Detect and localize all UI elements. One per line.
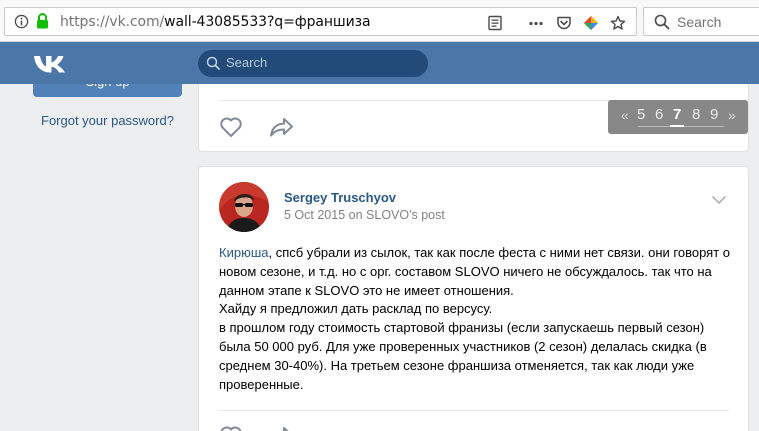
pagination-prev[interactable]: « [621, 107, 629, 123]
browser-search-field[interactable]: Search [643, 7, 759, 36]
url-path: wall-43085533?q=франшиза [164, 14, 371, 30]
vk-search-placeholder: Search [226, 55, 268, 70]
avatar[interactable] [219, 182, 269, 232]
like-icon[interactable] [219, 116, 243, 138]
post-paragraph-1: Кирюша, спсб убрали из сылок, так как по… [219, 244, 734, 300]
more-icon[interactable] [528, 15, 544, 31]
pagination: « 5 6 7 8 9 » [608, 100, 748, 134]
extension-icon[interactable] [583, 15, 599, 31]
reader-icon[interactable] [487, 15, 503, 31]
vk-search-input[interactable]: Search [198, 50, 428, 77]
share-icon[interactable] [269, 116, 295, 138]
post-date-on: on [348, 208, 363, 222]
search-icon [206, 56, 220, 70]
vk-logo[interactable] [33, 54, 67, 74]
post-date-link[interactable]: 5 Oct 2015 [284, 208, 345, 222]
post-card: Sergey Truschyov 5 Oct 2015 on SLOVO's p… [198, 166, 749, 431]
avatar-image [219, 182, 269, 232]
post-line-1: , спсб убрали из сылок, так как после фе… [219, 245, 731, 298]
post-date: 5 Oct 2015 on SLOVO's post [284, 208, 445, 222]
share-icon[interactable] [269, 425, 295, 431]
pocket-icon[interactable] [556, 15, 572, 31]
vk-header: Search [0, 42, 759, 84]
url-field[interactable]: https://vk.com/wall-43085533?q=франшиза [4, 7, 637, 36]
pagination-page-current[interactable]: 7 [669, 106, 685, 127]
url-domain: https://vk.com/ [60, 14, 165, 30]
star-icon[interactable] [610, 15, 626, 31]
post-text: Кирюша, спсб убрали из сылок, так как по… [219, 244, 734, 394]
pagination-page[interactable]: 8 [692, 106, 700, 123]
post-context-link[interactable]: SLOVO's post [366, 208, 445, 222]
author-name[interactable]: Sergey Truschyov [284, 190, 396, 205]
mention-link[interactable]: Кирюша [219, 245, 268, 260]
pagination-page[interactable]: 9 [710, 106, 718, 123]
pagination-page[interactable]: 5 [637, 106, 645, 123]
pagination-page[interactable]: 6 [655, 106, 663, 123]
url-text: https://vk.com/wall-43085533?q=франшиза [60, 14, 371, 30]
info-icon[interactable] [14, 14, 29, 29]
browser-toolbar: https://vk.com/wall-43085533?q=франшиза [0, 0, 759, 42]
post-paragraph-2: Хайду я предложил дать расклад по версус… [219, 301, 493, 317]
chevron-down-icon[interactable] [712, 196, 726, 204]
pagination-next[interactable]: » [728, 107, 736, 123]
post-divider [218, 410, 729, 411]
lock-icon[interactable] [36, 13, 49, 29]
forgot-password-link[interactable]: Forgot your password? [41, 113, 174, 128]
browser-search-placeholder: Search [677, 14, 722, 30]
search-icon [654, 14, 670, 30]
post-paragraph-3: в прошлом году стоимость стартовой франи… [219, 320, 707, 392]
like-icon[interactable] [219, 425, 243, 431]
